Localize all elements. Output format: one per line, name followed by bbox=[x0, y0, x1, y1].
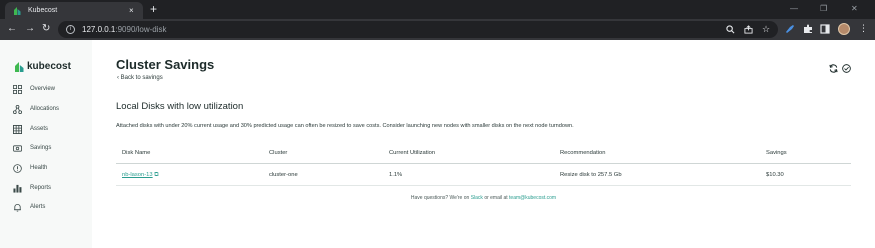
bell-icon bbox=[14, 204, 21, 212]
table-icon bbox=[13, 125, 22, 134]
sidebar-item-label: Assets bbox=[30, 126, 49, 132]
recommendation-cell: Resize disk to 257.5 Gb bbox=[560, 172, 622, 178]
sidebar-item-label: Alerts bbox=[30, 204, 46, 210]
browser-tab-strip: Kubecost × + — ❐ ✕ bbox=[0, 0, 875, 19]
cluster-cell: cluster-one bbox=[269, 172, 298, 178]
share-icon[interactable] bbox=[744, 25, 753, 34]
email-link[interactable]: team@kubecost.com bbox=[509, 195, 556, 201]
tab-title: Kubecost bbox=[28, 7, 58, 14]
sidebar-item-label: Allocations bbox=[30, 106, 60, 112]
footer-help-text: Have questions? We're on Slack or email … bbox=[410, 195, 557, 201]
utilization-cell: 1.1% bbox=[389, 172, 403, 178]
sidebar-item-allocations[interactable]: Allocations bbox=[13, 104, 88, 116]
savings-cell: $10.30 bbox=[766, 172, 784, 178]
column-header-savings[interactable]: Savings bbox=[766, 149, 787, 157]
section-title: Local Disks with low utilization bbox=[116, 101, 244, 112]
kubecost-logo-icon bbox=[15, 62, 24, 72]
disk-name-link[interactable]: nb-lason-13 bbox=[122, 172, 153, 178]
sidebar: kubecost Overview Allocations Assets Sav… bbox=[0, 40, 92, 248]
puzzle-extensions-icon[interactable] bbox=[803, 24, 813, 34]
external-link-icon[interactable]: ⧉ bbox=[154, 172, 158, 178]
column-header-cluster[interactable]: Cluster bbox=[269, 149, 287, 157]
refresh-icon[interactable] bbox=[829, 64, 838, 73]
close-window-icon[interactable]: ✕ bbox=[851, 3, 858, 14]
zoom-search-icon[interactable] bbox=[726, 25, 735, 34]
sidebar-item-assets[interactable]: Assets bbox=[13, 124, 88, 136]
browser-tab[interactable]: Kubecost × bbox=[5, 2, 143, 19]
bar-chart-icon bbox=[13, 184, 22, 193]
tab-close-icon[interactable]: × bbox=[129, 5, 134, 16]
menu-kebab-icon[interactable]: ⋮ bbox=[859, 22, 868, 35]
back-to-savings-link[interactable]: ‹ Back to savings bbox=[117, 73, 163, 83]
bookmark-star-icon[interactable]: ☆ bbox=[762, 23, 770, 36]
side-panel-icon[interactable] bbox=[820, 24, 830, 34]
table-header-divider bbox=[116, 163, 851, 164]
main-content: Cluster Savings ‹ Back to savings Local … bbox=[92, 40, 875, 248]
nodes-icon bbox=[13, 105, 22, 114]
check-circle-icon[interactable] bbox=[842, 64, 851, 73]
column-header-current-utilization[interactable]: Current Utilization bbox=[389, 149, 435, 157]
sidebar-item-overview[interactable]: Overview bbox=[13, 84, 88, 96]
sidebar-item-label: Health bbox=[30, 165, 48, 171]
new-tab-button[interactable]: + bbox=[150, 1, 157, 17]
sidebar-item-savings[interactable]: Savings bbox=[13, 143, 88, 155]
info-circle-icon bbox=[13, 164, 22, 173]
table-row-divider bbox=[116, 185, 851, 186]
logo-text: kubecost bbox=[27, 61, 71, 72]
sidebar-item-reports[interactable]: Reports bbox=[13, 183, 88, 195]
grid-icon bbox=[13, 85, 22, 94]
browser-toolbar: ← → ↻ i 127.0.0.1:9090/low-disk ☆ ⋮ bbox=[0, 19, 875, 40]
sidebar-item-alerts[interactable]: Alerts bbox=[13, 202, 88, 214]
sidebar-item-label: Overview bbox=[30, 86, 56, 92]
forward-arrow-icon[interactable]: → bbox=[25, 22, 35, 36]
sidebar-item-label: Savings bbox=[30, 145, 52, 151]
sidebar-item-label: Reports bbox=[30, 185, 52, 191]
reload-icon[interactable]: ↻ bbox=[42, 22, 50, 36]
kubecost-favicon-icon bbox=[14, 7, 21, 15]
url-text[interactable]: 127.0.0.1:9090/low-disk bbox=[82, 24, 167, 35]
column-header-recommendation[interactable]: Recommendation bbox=[560, 149, 605, 157]
savings-icon bbox=[13, 145, 22, 152]
minimize-icon[interactable]: — bbox=[790, 3, 798, 14]
section-description: Attached disks with under 20% current us… bbox=[116, 123, 574, 129]
back-arrow-icon[interactable]: ← bbox=[7, 22, 17, 36]
extension-icon[interactable] bbox=[785, 24, 795, 34]
sidebar-item-health[interactable]: Health bbox=[13, 163, 88, 175]
site-info-icon[interactable]: i bbox=[66, 25, 75, 34]
disk-name-cell[interactable]: nb-lason-13 ⧉ bbox=[122, 171, 158, 179]
profile-avatar[interactable] bbox=[838, 23, 850, 35]
slack-link[interactable]: Slack bbox=[471, 195, 483, 201]
maximize-icon[interactable]: ❐ bbox=[820, 3, 827, 14]
column-header-disk-name[interactable]: Disk Name bbox=[122, 149, 150, 157]
page-title: Cluster Savings bbox=[116, 57, 215, 72]
address-bar[interactable]: i 127.0.0.1:9090/low-disk ☆ bbox=[58, 21, 778, 38]
